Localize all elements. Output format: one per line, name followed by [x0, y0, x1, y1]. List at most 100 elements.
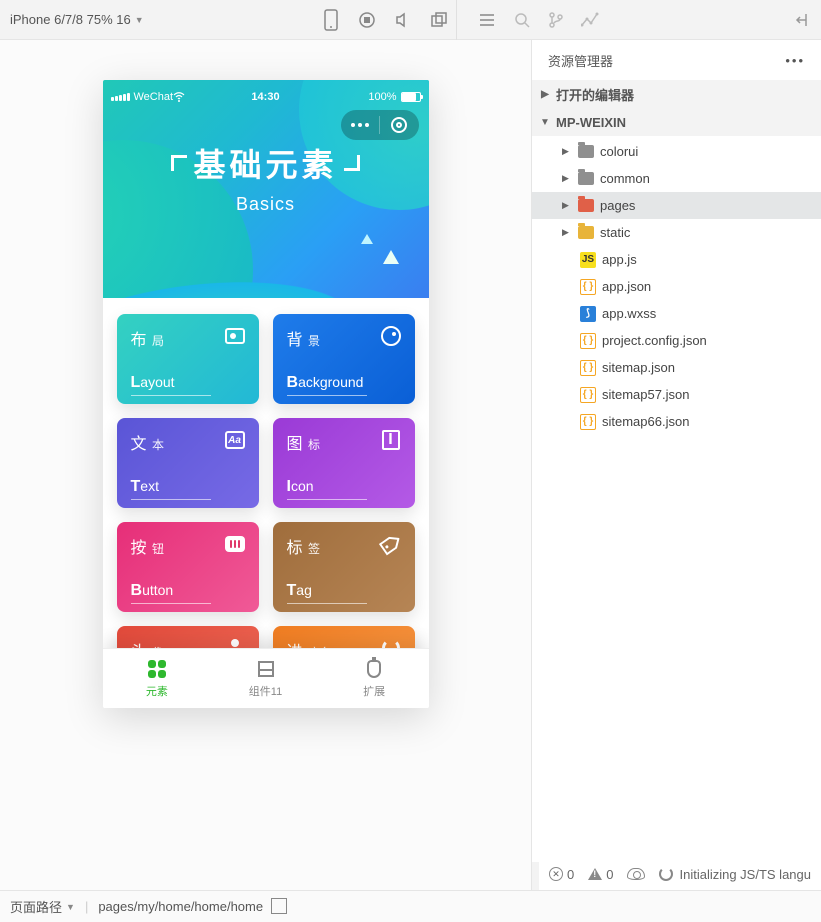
section-project[interactable]: ▼ MP-WEIXIN — [532, 108, 821, 136]
tab-label: 组件11 — [249, 683, 282, 699]
device-selector[interactable]: iPhone 6/7/8 75% 16 ▼ — [10, 12, 144, 27]
explorer-panel: 资源管理器 ••• ▶ 打开的编辑器 ▼ MP-WEIXIN ▶colorui▶… — [532, 40, 821, 890]
card-icon[interactable]: 图 标IIcon — [273, 418, 415, 508]
branch-icon[interactable] — [547, 11, 565, 29]
folder-pages[interactable]: ▶ pages — [532, 192, 821, 219]
text-icon: Aa — [223, 428, 247, 452]
toolbar-separator — [456, 0, 457, 40]
capsule-menu-button[interactable] — [341, 123, 380, 127]
page-path-selector[interactable]: 页面路径 ▼ — [10, 897, 75, 916]
detach-window-icon[interactable] — [430, 11, 448, 29]
file-project-config-json[interactable]: { }project.config.json — [532, 327, 821, 354]
file-icon: JS — [580, 252, 596, 268]
file-label: sitemap57.json — [602, 387, 689, 402]
chevron-right-icon: ▶ — [562, 173, 572, 184]
chevron-right-icon: ▶ — [562, 227, 572, 238]
folder-common[interactable]: ▶ common — [532, 165, 821, 192]
chevron-right-icon: ▶ — [562, 146, 572, 157]
file-tree: ▶ colorui ▶ common ▶ pages ▶ static JS app.js { } a… — [532, 136, 821, 443]
icon-icon: I — [379, 428, 403, 452]
sync-icon — [659, 867, 673, 881]
card-title-en: Text — [131, 478, 159, 496]
problems-warnings[interactable]: 0 — [588, 867, 613, 882]
copy-icon[interactable] — [273, 900, 287, 914]
file-sitemap-json[interactable]: { }sitemap.json — [532, 354, 821, 381]
folder-label: pages — [600, 198, 635, 213]
problems-errors[interactable]: ✕ 0 — [549, 867, 574, 882]
file-icon: { } — [580, 279, 596, 295]
card-background[interactable]: 背 景Background — [273, 314, 415, 404]
card-tag[interactable]: 标 签Tag — [273, 522, 415, 612]
section-open-editors[interactable]: ▶ 打开的编辑器 — [532, 80, 821, 108]
folder-colorui[interactable]: ▶ colorui — [532, 138, 821, 165]
folder-icon — [578, 226, 594, 239]
page-path-value: pages/my/home/home/home — [98, 899, 263, 914]
file-app-json[interactable]: { } app.json — [532, 273, 821, 300]
tab-icon — [363, 658, 385, 680]
card-title-en: Layout — [131, 374, 175, 392]
folder-label: common — [600, 171, 650, 186]
folder-label: colorui — [600, 144, 638, 159]
file-label: sitemap.json — [602, 360, 675, 375]
page-path-label: 页面路径 — [10, 897, 62, 916]
more-actions-icon[interactable]: ••• — [785, 53, 805, 68]
card-text[interactable]: 文 本AaText — [117, 418, 259, 508]
chevron-right-icon: ▶ — [562, 200, 572, 211]
tab-1[interactable]: 组件11 — [211, 649, 320, 708]
palette-icon — [379, 324, 403, 348]
corner-bracket-icon — [171, 155, 187, 171]
chevron-right-icon: ▶ — [540, 89, 550, 100]
card-progress[interactable]: 进 度条Progress — [273, 626, 415, 648]
phone-statusbar: WeChat 14:30 100% — [111, 86, 421, 108]
file-icon: { } — [580, 387, 596, 403]
file-label: app.json — [602, 279, 651, 294]
card-button[interactable]: 按 钮Button — [117, 522, 259, 612]
file-label: app.wxss — [602, 306, 656, 321]
triangle-icon — [361, 234, 373, 244]
error-count: 0 — [567, 867, 574, 882]
error-icon: ✕ — [549, 867, 563, 881]
file-label: project.config.json — [602, 333, 707, 348]
ellipsis-icon — [351, 123, 369, 127]
file-app-js[interactable]: JS app.js — [532, 246, 821, 273]
simulator-panel: WeChat 14:30 100% 基础元 — [0, 40, 532, 890]
triangle-icon — [383, 250, 399, 264]
phone-outline-icon[interactable] — [322, 11, 340, 29]
chevron-down-icon: ▼ — [135, 15, 144, 25]
phone-tabbar: 元素组件11 扩展 — [103, 648, 429, 708]
chevron-down-icon: ▼ — [66, 902, 75, 912]
tab-icon — [146, 658, 168, 680]
mute-icon[interactable] — [394, 11, 412, 29]
tab-2[interactable]: 扩展 — [320, 649, 429, 708]
tab-0[interactable]: 元素 — [103, 649, 212, 708]
explorer-title-row: 资源管理器 ••• — [532, 40, 821, 80]
stop-record-icon[interactable] — [358, 11, 376, 29]
tag-icon — [379, 532, 403, 556]
list-icon[interactable] — [479, 11, 497, 29]
folder-static[interactable]: ▶ static — [532, 219, 821, 246]
capsule-close-button[interactable] — [380, 117, 419, 133]
card-avatar[interactable]: 头 像Avatar — [117, 626, 259, 648]
file-app-wxss[interactable]: ⟆app.wxss — [532, 300, 821, 327]
search-icon[interactable] — [513, 11, 531, 29]
progress-icon — [379, 636, 403, 648]
folder-icon — [578, 199, 594, 212]
file-label: app.js — [602, 252, 637, 267]
graph-icon[interactable] — [581, 11, 599, 29]
card-title-en: Tag — [287, 582, 312, 600]
file-sitemap66-json[interactable]: { }sitemap66.json — [532, 408, 821, 435]
card-layout[interactable]: 布 局Layout — [117, 314, 259, 404]
tab-label: 扩展 — [363, 683, 385, 699]
battery-icon — [401, 92, 421, 102]
collapse-panel-icon[interactable] — [793, 11, 811, 29]
eye-icon[interactable] — [627, 868, 645, 880]
layout-icon — [223, 324, 247, 348]
hero-title-cn: 基础元素 — [193, 140, 337, 186]
init-label: Initializing JS/TS langu — [679, 867, 811, 882]
file-sitemap57-json[interactable]: { } sitemap57.json — [532, 381, 821, 408]
clock-label: 14:30 — [111, 91, 421, 103]
button-icon — [223, 532, 247, 556]
warning-icon — [588, 868, 602, 880]
folder-label: static — [600, 225, 630, 240]
cards-grid: 布 局Layout背 景Background文 本AaText图 标IIcon按… — [103, 302, 429, 648]
